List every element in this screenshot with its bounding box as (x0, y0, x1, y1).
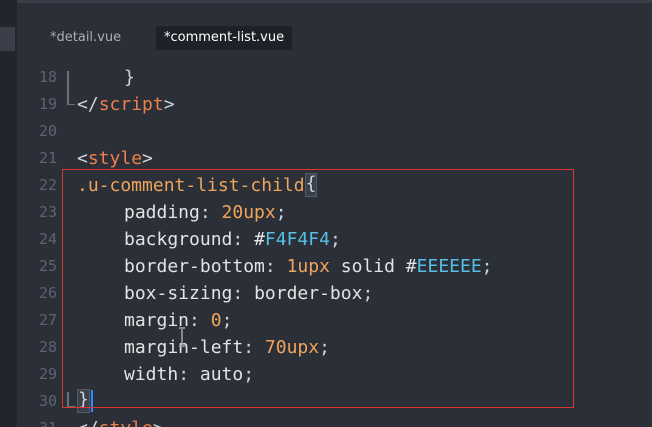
closing-brace: } (124, 67, 135, 88)
tag-name: style (99, 418, 153, 427)
line-number: 20 (38, 122, 57, 140)
line-number: 25 (38, 257, 57, 275)
sidebar-active-marker (0, 27, 15, 51)
line-number: 27 (38, 311, 57, 329)
line-number: 31 (17, 415, 57, 427)
line-number: 23 (38, 203, 57, 221)
fold-guide-end (67, 104, 75, 105)
tag-close: > (153, 418, 164, 427)
tab-detail-vue[interactable]: *detail.vue (48, 27, 123, 49)
tag-close: > (142, 148, 153, 169)
line-number: 29 (38, 365, 57, 383)
tag-open: </ (77, 94, 99, 115)
line-number: 21 (38, 149, 57, 167)
tab-comment-list-vue[interactable]: *comment-list.vue (156, 26, 293, 50)
line-number: 24 (38, 230, 57, 248)
code-line: } (77, 64, 135, 91)
tag-close: > (163, 94, 175, 115)
i-beam-cursor-icon (177, 327, 187, 347)
tag-name: style (87, 148, 143, 169)
line-number: 26 (38, 284, 57, 302)
code-editor[interactable]: 18 19 20 21 22 23 24 25 26 27 28 29 30 3… (17, 59, 652, 427)
code-line: </script> (77, 91, 175, 118)
activity-sidebar[interactable] (0, 0, 17, 427)
line-number: 28 (38, 338, 57, 356)
line-number-gutter: 18 19 20 21 22 23 24 25 26 27 28 29 30 3… (17, 59, 60, 427)
line-number: 22 (38, 176, 57, 194)
line-number: 30 (38, 392, 57, 410)
tag-name: script (98, 94, 164, 115)
line-number: 19 (38, 95, 57, 113)
tag-open: < (77, 148, 88, 169)
fold-guide (67, 71, 69, 104)
tag-open: </ (77, 418, 99, 427)
line-number: 18 (38, 68, 57, 86)
highlight-annotation-box (62, 169, 574, 408)
tab-bar: *detail.vue *comment-list.vue (17, 3, 652, 59)
editor-window: *detail.vue *comment-list.vue 18 19 20 2… (0, 0, 652, 427)
code-line: <style> (77, 145, 153, 172)
code-line: </style> (77, 415, 164, 427)
